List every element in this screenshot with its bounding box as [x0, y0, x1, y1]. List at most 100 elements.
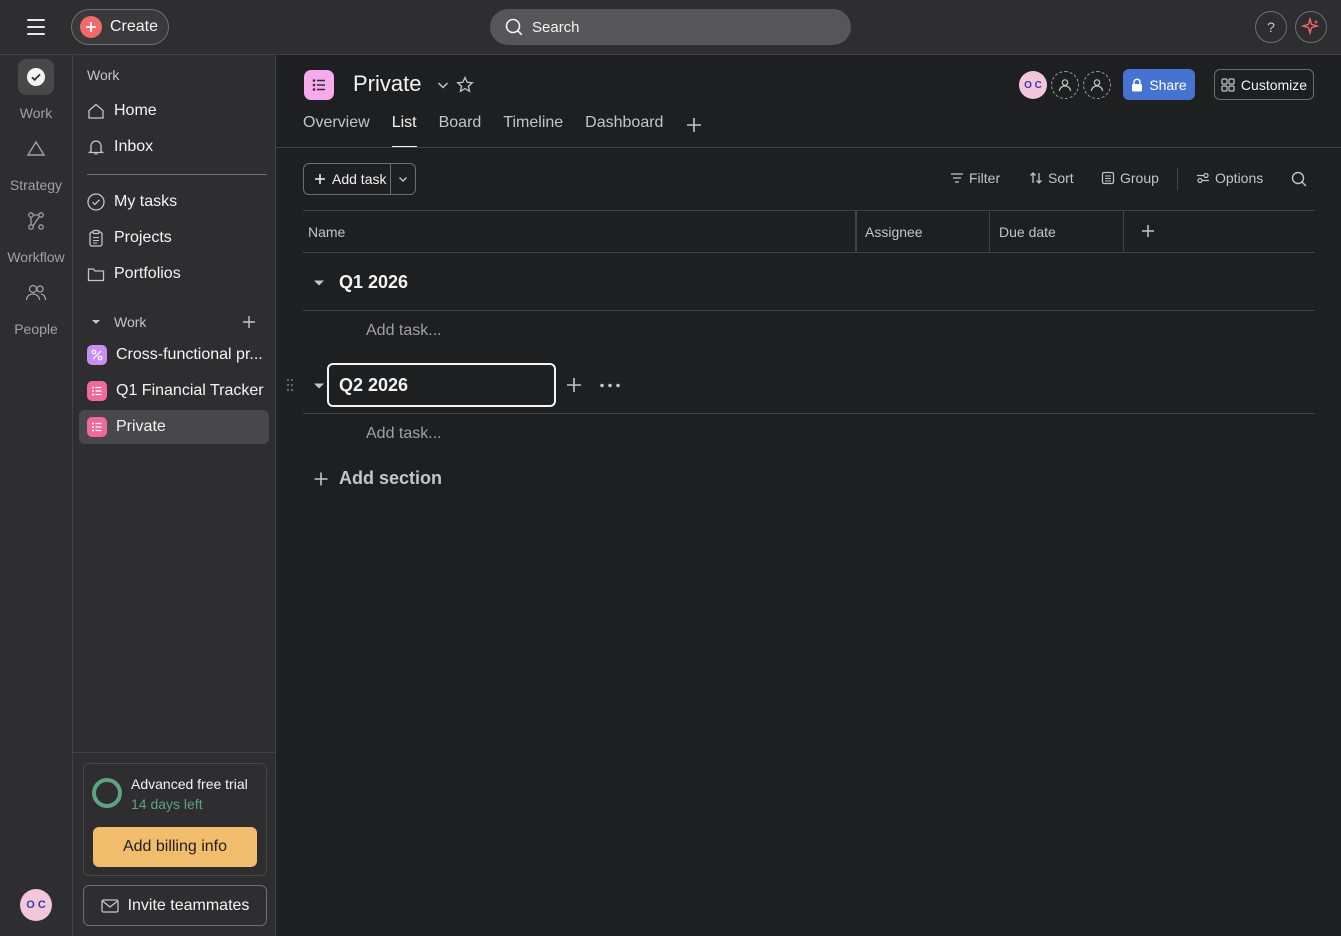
group-icon [1101, 171, 1115, 185]
caret-down-icon [87, 313, 105, 331]
toolbar-divider [1177, 168, 1178, 190]
workflow-icon [18, 203, 54, 239]
column-assignee[interactable]: Assignee [865, 211, 923, 252]
home-icon [87, 102, 105, 120]
tab-list[interactable]: List [391, 114, 417, 148]
sidebar-item-projects[interactable]: Projects [79, 221, 269, 255]
add-task-to-section-plus-icon[interactable] [565, 376, 583, 394]
more-options-icon[interactable] [599, 383, 621, 388]
plus-icon [80, 16, 102, 38]
empty-avatar-placeholder[interactable] [1083, 71, 1111, 99]
section-title-input[interactable]: Q2 2026 [327, 363, 556, 407]
hamburger-menu-icon[interactable] [20, 14, 52, 40]
sort-icon [1029, 171, 1043, 185]
empty-avatar-placeholder[interactable] [1051, 71, 1079, 99]
sidebar-item-label: Cross-functional pr... [116, 346, 263, 363]
sidebar-project-q1-financial[interactable]: Q1 Financial Tracker [79, 374, 269, 408]
member-avatar[interactable]: O C [1019, 71, 1047, 99]
search-icon[interactable] [1290, 170, 1308, 188]
sidebar-item-portfolios[interactable]: Portfolios [79, 257, 269, 291]
sidebar-item-my-tasks[interactable]: My tasks [79, 185, 269, 219]
sidebar-item-label: Q1 Financial Tracker [116, 382, 264, 399]
sort-button[interactable]: Sort [1029, 170, 1074, 186]
invite-teammates-button[interactable]: Invite teammates [83, 885, 267, 926]
help-button[interactable]: ? [1255, 11, 1287, 43]
search-icon [504, 17, 524, 37]
rail-item-work[interactable]: Work [0, 59, 72, 121]
project-title[interactable]: Private [353, 71, 421, 97]
user-avatar[interactable]: O C [20, 889, 52, 921]
sidebar-item-label: Home [114, 102, 157, 119]
rail-item-people[interactable]: People [0, 275, 72, 337]
add-tab-plus-icon[interactable] [684, 115, 704, 135]
sidebar: Work Home Inbox My tasks Projects Portfo… [72, 55, 276, 936]
triangle-icon [18, 131, 54, 167]
caret-down-icon[interactable] [311, 378, 327, 394]
rail-label-workflow: Workflow [7, 249, 65, 265]
sort-label: Sort [1048, 170, 1074, 186]
tab-timeline[interactable]: Timeline [503, 114, 563, 148]
rail-item-workflow[interactable]: Workflow [0, 203, 72, 265]
filter-button[interactable]: Filter [950, 170, 1000, 186]
trial-title: Advanced free trial [131, 776, 248, 792]
column-divider [856, 211, 857, 252]
trial-card: Advanced free trial 14 days left Add bil… [83, 763, 267, 876]
customize-button[interactable]: Customize [1214, 69, 1314, 100]
table-header: Name Assignee Due date [303, 210, 1315, 253]
drag-handle-icon[interactable] [285, 377, 295, 393]
column-name[interactable]: Name [308, 211, 345, 252]
sidebar-item-label: Portfolios [114, 265, 181, 282]
sidebar-divider [87, 174, 267, 175]
grid-icon [1221, 77, 1235, 92]
clipboard-icon [87, 229, 105, 247]
tab-board[interactable]: Board [439, 114, 482, 148]
group-button[interactable]: Group [1101, 170, 1159, 186]
add-task-button[interactable]: Add task [304, 164, 392, 194]
sidebar-item-label: Private [116, 418, 166, 435]
rail-label-strategy: Strategy [9, 177, 63, 193]
ai-sparkle-button[interactable] [1295, 11, 1327, 43]
sidebar-project-cross-functional[interactable]: Cross-functional pr... [79, 338, 269, 372]
search-input[interactable]: Search [490, 9, 851, 45]
rail-item-strategy[interactable]: Strategy [0, 131, 72, 193]
customize-label: Customize [1240, 76, 1308, 93]
column-divider [1123, 211, 1124, 252]
add-billing-info-button[interactable]: Add billing info [93, 827, 257, 867]
tab-overview[interactable]: Overview [303, 114, 370, 148]
share-button[interactable]: Share [1123, 69, 1195, 100]
avatar-initials: O C [26, 899, 46, 911]
sidebar-section-title: Work [87, 67, 120, 83]
add-project-plus-icon[interactable] [241, 314, 257, 330]
project-percent-icon [87, 345, 107, 365]
share-label: Share [1149, 76, 1187, 93]
column-due-date[interactable]: Due date [999, 211, 1056, 252]
add-task-inline[interactable]: Add task... [366, 425, 442, 443]
add-section-label: Add section [339, 468, 443, 488]
help-icon: ? [1267, 19, 1275, 35]
add-column-plus-icon[interactable] [1140, 223, 1156, 239]
sidebar-work-group-label: Work [114, 314, 147, 330]
section-title[interactable]: Q1 2026 [339, 272, 408, 293]
chevron-down-icon[interactable] [391, 164, 415, 194]
avatar-initials: O C [1024, 79, 1042, 91]
invite-label: Invite teammates [127, 896, 250, 914]
rail-label-work: Work [19, 105, 53, 121]
trial-days-left: 14 days left [131, 796, 203, 812]
chevron-down-icon[interactable] [434, 76, 452, 94]
project-list-icon [304, 70, 334, 100]
sidebar-project-private[interactable]: Private [79, 410, 269, 444]
sidebar-item-inbox[interactable]: Inbox [79, 130, 269, 164]
add-section-button[interactable]: Add section [313, 468, 442, 489]
mail-icon [100, 898, 119, 913]
sidebar-item-home[interactable]: Home [79, 94, 269, 128]
tab-dashboard[interactable]: Dashboard [585, 114, 663, 148]
star-icon[interactable] [455, 75, 475, 95]
project-list-icon [87, 417, 107, 437]
create-button[interactable]: Create [71, 9, 169, 45]
options-button[interactable]: Options [1196, 170, 1263, 186]
rail-label-people: People [14, 321, 58, 337]
create-label: Create [110, 18, 159, 35]
bell-icon [87, 138, 105, 156]
add-task-inline[interactable]: Add task... [366, 322, 442, 340]
caret-down-icon[interactable] [311, 275, 327, 291]
